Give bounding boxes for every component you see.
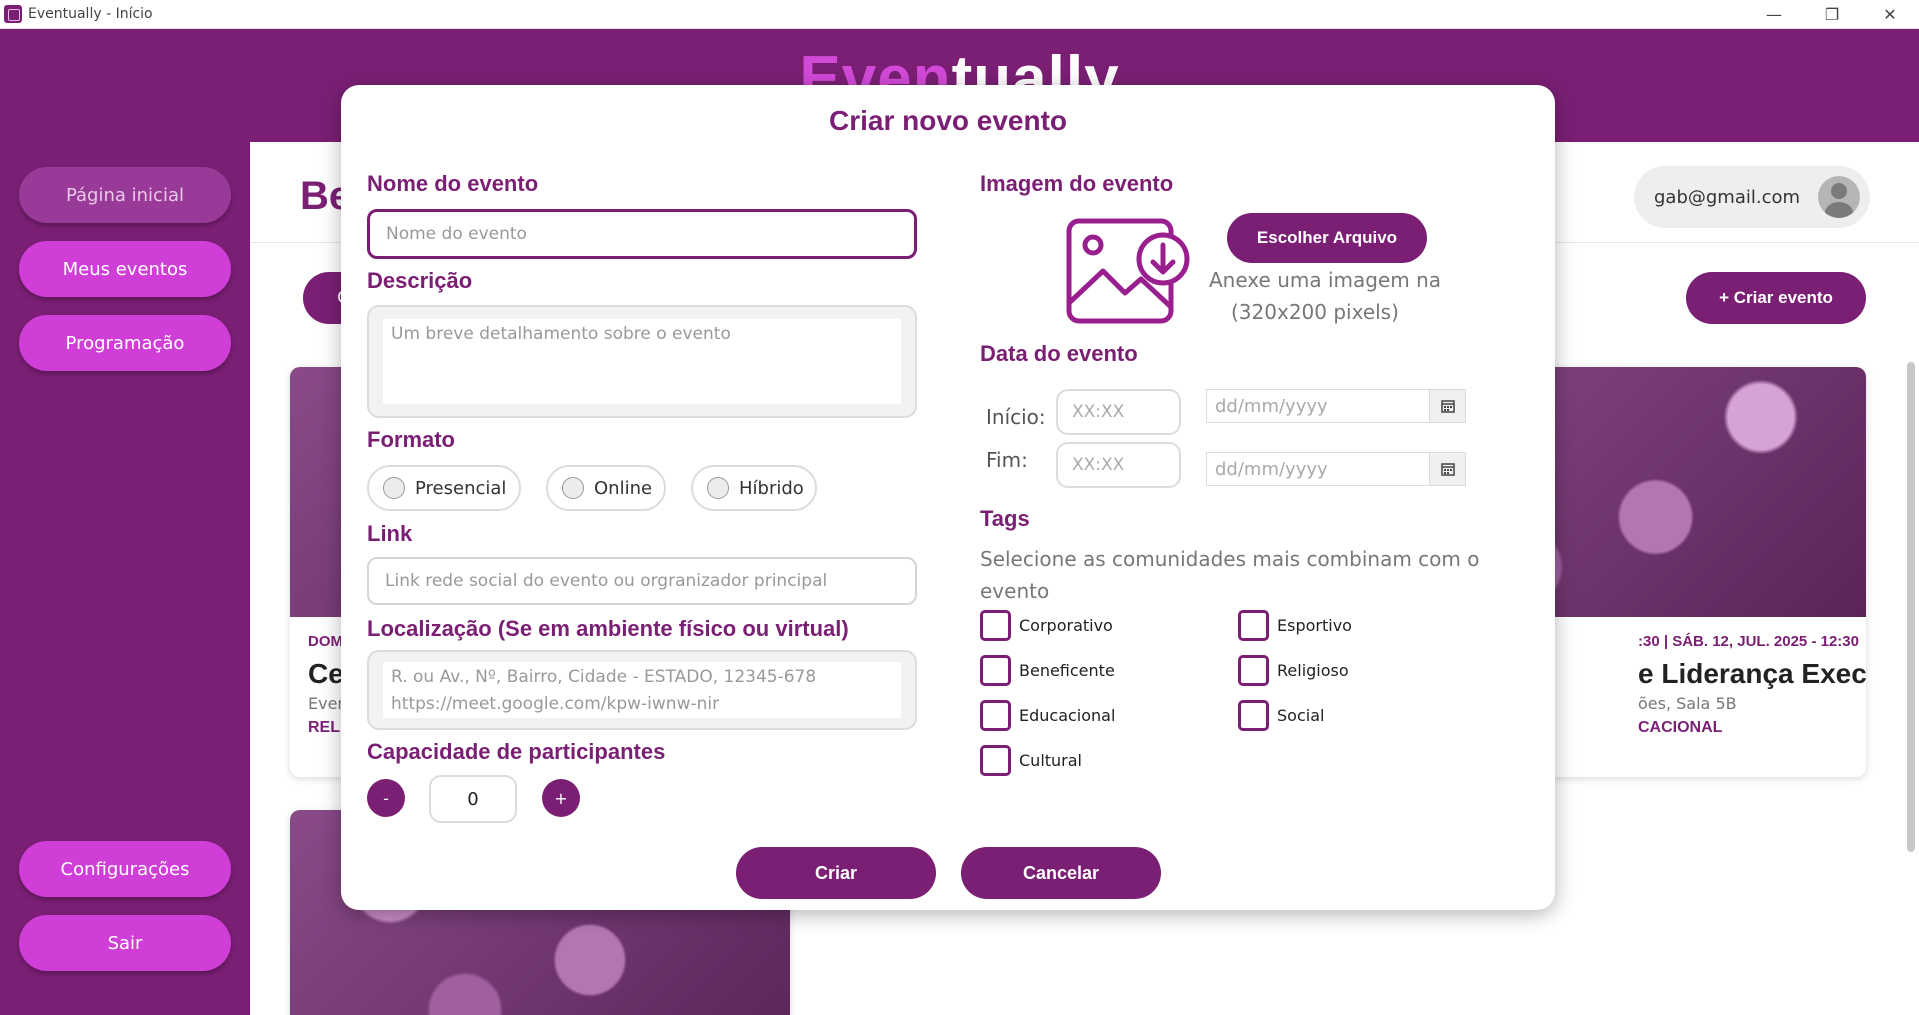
start-label: Início: xyxy=(986,405,1046,429)
capacity-label: Capacidade de participantes xyxy=(367,739,666,764)
sidebar-item-settings[interactable]: Configurações xyxy=(19,841,231,897)
decrease-capacity-button[interactable]: - xyxy=(367,779,405,817)
radio-label: Híbrido xyxy=(739,477,804,499)
format-label: Formato xyxy=(367,427,455,452)
checkbox-icon[interactable] xyxy=(1238,655,1269,686)
window-title: Eventually - Início xyxy=(28,6,153,22)
radio-icon xyxy=(383,477,405,499)
end-date-input[interactable]: dd/mm/yyyy xyxy=(1206,452,1466,486)
radio-icon xyxy=(562,477,584,499)
radio-icon xyxy=(707,477,729,499)
description-field[interactable]: Um breve detalhamento sobre o evento xyxy=(367,305,917,418)
format-option-hibrido[interactable]: Híbrido xyxy=(691,465,817,511)
window-titlebar: Eventually - Início — ❐ ✕ xyxy=(0,0,1919,29)
tag-educacional[interactable]: Educacional xyxy=(980,700,1115,731)
tag-social[interactable]: Social xyxy=(1238,700,1324,731)
checkbox-label: Educacional xyxy=(1019,706,1116,725)
location-field[interactable]: R. ou Av., Nº, Bairro, Cidade - ESTADO, … xyxy=(367,650,917,730)
format-option-online[interactable]: Online xyxy=(546,465,666,511)
image-upload-icon xyxy=(1066,218,1190,324)
cancel-button[interactable]: Cancelar xyxy=(961,847,1161,899)
sidebar: Página inicial Meus eventos Programação … xyxy=(0,142,250,1015)
checkbox-icon[interactable] xyxy=(1238,610,1269,641)
event-name-label: Nome do evento xyxy=(367,171,539,196)
end-time-input[interactable]: XX:XX xyxy=(1056,442,1181,488)
event-name-input[interactable]: Nome do evento xyxy=(367,209,917,259)
tag-cultural[interactable]: Cultural xyxy=(980,745,1082,776)
tags-hint: Selecione as comunidades mais combinam c… xyxy=(980,547,1480,603)
radio-label: Presencial xyxy=(415,477,507,499)
checkbox-icon[interactable] xyxy=(980,700,1011,731)
sidebar-item-my-events[interactable]: Meus eventos xyxy=(19,241,231,297)
tag-beneficente[interactable]: Beneficente xyxy=(980,655,1115,686)
tags-label: Tags xyxy=(980,506,1030,531)
checkbox-label: Esportivo xyxy=(1277,616,1352,635)
window-controls: — ❐ ✕ xyxy=(1745,0,1919,29)
scrollbar[interactable] xyxy=(1907,362,1915,852)
radio-label: Online xyxy=(594,477,653,499)
checkbox-label: Cultural xyxy=(1019,751,1082,770)
location-input[interactable]: R. ou Av., Nº, Bairro, Cidade - ESTADO, … xyxy=(383,662,901,718)
create-event-modal: Criar novo evento Nome do evento Nome do… xyxy=(341,85,1555,910)
create-button[interactable]: Criar xyxy=(736,847,936,899)
tag-religioso[interactable]: Religioso xyxy=(1238,655,1349,686)
minimize-button[interactable]: — xyxy=(1745,0,1803,29)
checkbox-icon[interactable] xyxy=(980,655,1011,686)
description-label: Descrição xyxy=(367,268,473,293)
start-date-input[interactable]: dd/mm/yyyy xyxy=(1206,389,1466,423)
app-icon xyxy=(4,5,22,23)
end-label: Fim: xyxy=(986,448,1028,472)
calendar-icon[interactable] xyxy=(1429,390,1465,422)
tag-corporativo[interactable]: Corporativo xyxy=(980,610,1113,641)
image-hint-line1: Anexe uma imagem na xyxy=(1209,268,1442,292)
location-label: Localização (Se em ambiente físico ou vi… xyxy=(367,616,849,641)
description-input[interactable]: Um breve detalhamento sobre o evento xyxy=(383,319,901,404)
checkbox-label: Religioso xyxy=(1277,661,1349,680)
link-label: Link xyxy=(367,521,413,546)
capacity-value[interactable]: 0 xyxy=(429,775,517,823)
format-option-presencial[interactable]: Presencial xyxy=(367,465,521,511)
event-image-label: Imagem do evento xyxy=(980,171,1174,196)
image-hint-line2: (320x200 pixels) xyxy=(1231,300,1399,324)
increase-capacity-button[interactable]: + xyxy=(542,779,580,817)
sidebar-item-home[interactable]: Página inicial xyxy=(19,167,231,223)
link-input[interactable]: Link rede social do evento ou orgranizad… xyxy=(367,557,917,605)
maximize-button[interactable]: ❐ xyxy=(1803,0,1861,29)
checkbox-icon[interactable] xyxy=(1238,700,1269,731)
sidebar-item-logout[interactable]: Sair xyxy=(19,915,231,971)
event-date-label: Data do evento xyxy=(980,341,1138,366)
create-event-button[interactable]: + Criar evento xyxy=(1686,272,1866,324)
checkbox-icon[interactable] xyxy=(980,610,1011,641)
close-button[interactable]: ✕ xyxy=(1861,0,1919,29)
tag-esportivo[interactable]: Esportivo xyxy=(1238,610,1352,641)
choose-file-button[interactable]: Escolher Arquivo xyxy=(1227,213,1427,263)
avatar-icon xyxy=(1818,176,1860,218)
checkbox-icon[interactable] xyxy=(980,745,1011,776)
start-time-input[interactable]: XX:XX xyxy=(1056,389,1181,435)
user-email: gab@gmail.com xyxy=(1654,186,1801,208)
checkbox-label: Corporativo xyxy=(1019,616,1113,635)
checkbox-label: Beneficente xyxy=(1019,661,1115,680)
modal-title: Criar novo evento xyxy=(828,105,1068,136)
user-menu[interactable]: gab@gmail.com xyxy=(1634,166,1870,228)
calendar-icon[interactable] xyxy=(1429,453,1465,485)
sidebar-item-schedule[interactable]: Programação xyxy=(19,315,231,371)
checkbox-label: Social xyxy=(1277,706,1325,725)
